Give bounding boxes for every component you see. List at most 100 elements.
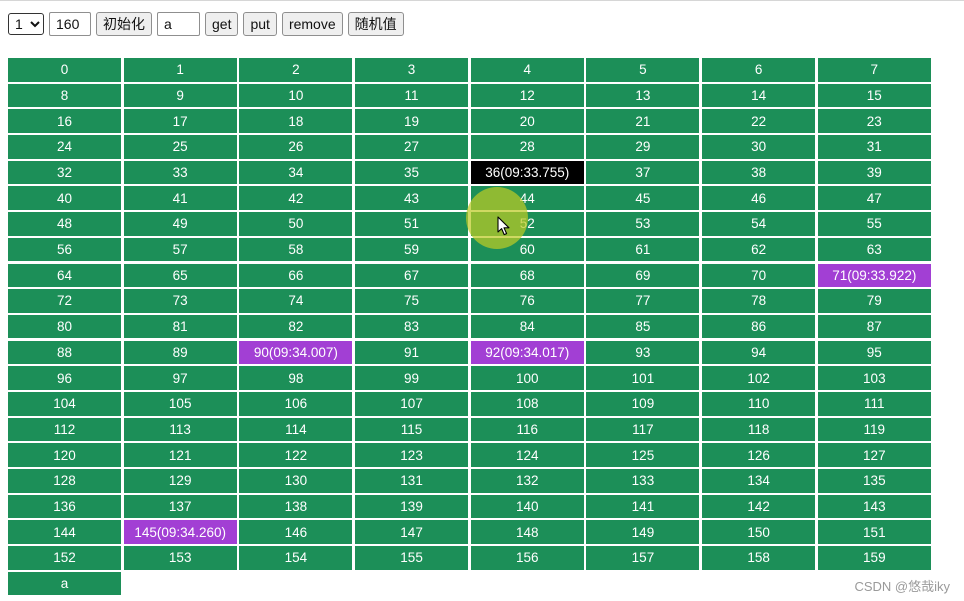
- slot-cell: 78: [702, 289, 816, 313]
- put-button[interactable]: put: [243, 12, 277, 36]
- slot-cell: 47: [817, 186, 931, 211]
- slot-cell: 18: [239, 109, 353, 133]
- slot-cell: 38: [702, 160, 816, 185]
- slot-cell: 7: [817, 58, 931, 82]
- slot-cell: 100: [470, 366, 584, 390]
- slot-cell: 91: [355, 340, 469, 365]
- slot-cell: 107: [355, 391, 469, 416]
- slot-cell: 15: [817, 83, 931, 108]
- slot-cell: 99: [355, 366, 469, 390]
- slot-cell: 62: [702, 237, 816, 262]
- slot-cell: 106: [239, 391, 353, 416]
- slot-cell: 34: [239, 160, 353, 185]
- slot-cell: 86: [702, 314, 816, 339]
- slot-cell: 1: [123, 58, 237, 82]
- slot-cell: 104: [8, 391, 121, 416]
- slot-cell: 0: [8, 58, 121, 82]
- slot-cell: 108: [470, 391, 584, 416]
- slot-cell-recent: 90(09:34.007): [239, 340, 353, 365]
- cache-slot-grid: 0 1 2 3 4 5 6 7 8 9 10 11 12 13 14 15 16 17 18 19 20 21 22 23 24…: [8, 58, 932, 596]
- slot-cell: 129: [123, 469, 237, 493]
- slot-cell: 132: [470, 469, 584, 493]
- slot-cell: 96: [8, 366, 121, 390]
- slot-cell: 121: [123, 443, 237, 467]
- slot-cell: 87: [817, 314, 931, 339]
- slot-cell: 53: [586, 212, 700, 236]
- slot-cell: 149: [586, 520, 700, 544]
- slot-cell: 112: [8, 417, 121, 442]
- slot-cell: 138: [239, 494, 353, 519]
- slot-cell: 122: [239, 443, 353, 467]
- slot-cell: 137: [123, 494, 237, 519]
- slot-cell: 56: [8, 237, 121, 262]
- slot-cell: 114: [239, 417, 353, 442]
- slot-cell: 126: [702, 443, 816, 467]
- slot-cell: 64: [8, 263, 121, 288]
- slot-cell: 89: [123, 340, 237, 365]
- slot-cell: 37: [586, 160, 700, 185]
- slot-cell: 58: [239, 237, 353, 262]
- slot-cell: 24: [8, 135, 121, 159]
- slot-cell: 17: [123, 109, 237, 133]
- slot-cell: 29: [586, 135, 700, 159]
- slot-cell: 65: [123, 263, 237, 288]
- slot-cell: 123: [355, 443, 469, 467]
- slot-cell: 2: [239, 58, 353, 82]
- slot-cell: 135: [817, 469, 931, 493]
- slot-cell: 70: [702, 263, 816, 288]
- slot-cell: 119: [817, 417, 931, 442]
- key-input[interactable]: [157, 12, 200, 36]
- slot-cell-recent: 145(09:34.260): [123, 520, 237, 544]
- slot-cell: 143: [817, 494, 931, 519]
- slot-cell: 61: [586, 237, 700, 262]
- level-select[interactable]: 1: [8, 13, 44, 35]
- slot-cell: 152: [8, 546, 121, 570]
- slot-cell: 95: [817, 340, 931, 365]
- slot-cell: 77: [586, 289, 700, 313]
- slot-cell: 101: [586, 366, 700, 390]
- slot-cell: 75: [355, 289, 469, 313]
- toolbar: 1 初始化 get put remove 随机值: [8, 12, 409, 36]
- slot-cell: 60: [470, 237, 584, 262]
- random-value-button[interactable]: 随机值: [347, 12, 404, 36]
- slot-cell: 110: [702, 391, 816, 416]
- slot-cell: 125: [586, 443, 700, 467]
- slot-cell: 76: [470, 289, 584, 313]
- window-top-border: [0, 0, 964, 1]
- slot-cell: 45: [586, 186, 700, 211]
- slot-cell: 57: [123, 237, 237, 262]
- slot-cell: 12: [470, 83, 584, 108]
- remove-button[interactable]: remove: [281, 12, 343, 36]
- slot-cell: 6: [702, 58, 816, 82]
- capacity-input[interactable]: [49, 12, 91, 36]
- slot-cell: 127: [817, 443, 931, 467]
- slot-cell-recent: 71(09:33.922): [817, 263, 931, 288]
- init-button[interactable]: 初始化: [96, 12, 152, 36]
- slot-cell: 147: [355, 520, 469, 544]
- slot-cell: 79: [817, 289, 931, 313]
- slot-cell: 154: [239, 546, 353, 570]
- slot-cell: 39: [817, 160, 931, 185]
- slot-cell: 146: [239, 520, 353, 544]
- slot-cell: 81: [123, 314, 237, 339]
- get-button[interactable]: get: [205, 12, 239, 36]
- slot-cell: 69: [586, 263, 700, 288]
- slot-cell: 73: [123, 289, 237, 313]
- slot-cell: 26: [239, 135, 353, 159]
- slot-cell: 151: [817, 520, 931, 544]
- slot-cell: 156: [470, 546, 584, 570]
- slot-cell: 139: [355, 494, 469, 519]
- slot-cell: 13: [586, 83, 700, 108]
- slot-cell: 3: [355, 58, 469, 82]
- slot-cell: 11: [355, 83, 469, 108]
- slot-cell: 27: [355, 135, 469, 159]
- slot-cell: 28: [470, 135, 584, 159]
- slot-cell: 32: [8, 160, 121, 185]
- slot-cell: 25: [123, 135, 237, 159]
- slot-cell: 115: [355, 417, 469, 442]
- slot-cell: 33: [123, 160, 237, 185]
- slot-cell: 40: [8, 186, 121, 211]
- slot-cell: 46: [702, 186, 816, 211]
- slot-cell: 20: [470, 109, 584, 133]
- slot-cell: 55: [817, 212, 931, 236]
